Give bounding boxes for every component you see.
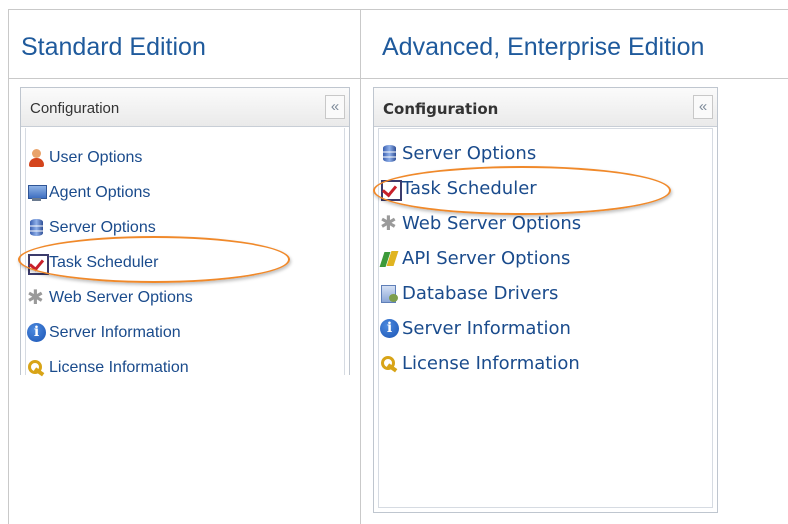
web-server-icon: [27, 285, 46, 310]
menu-item-server-information[interactable]: Server Information: [27, 315, 193, 350]
menu-item-label: Server Options: [402, 143, 537, 164]
web-server-icon: [380, 211, 399, 235]
menu-item-label: License Information: [49, 358, 189, 376]
menu-item-label: Web Server Options: [49, 288, 193, 306]
advanced-edition-header: Advanced, Enterprise Edition: [382, 33, 705, 61]
table-border-left: [8, 9, 9, 524]
panel-title: Configuration: [30, 100, 120, 117]
menu-item-license-information[interactable]: License Information: [27, 350, 193, 385]
server-icon: [380, 144, 399, 163]
key-icon: [27, 358, 46, 377]
database-drivers-icon: [380, 284, 399, 303]
info-icon: [380, 319, 399, 338]
menu-item-database-drivers[interactable]: Database Drivers: [380, 276, 581, 311]
menu-item-label: Agent Options: [49, 183, 151, 201]
menu-item-agent-options[interactable]: Agent Options: [27, 175, 193, 210]
menu-item-label: Server Information: [402, 318, 571, 339]
task-scheduler-highlight-oval: [18, 236, 290, 283]
menu-item-license-information[interactable]: License Information: [380, 346, 581, 381]
table-column-divider: [360, 9, 361, 524]
collapse-panel-button[interactable]: «: [693, 95, 713, 119]
menu-item-user-options[interactable]: User Options: [27, 140, 193, 175]
agent-icon: [27, 183, 47, 202]
task-scheduler-highlight-oval: [373, 166, 671, 215]
table-border-top: [8, 9, 788, 10]
user-icon: [27, 148, 46, 167]
table-header-divider: [8, 78, 788, 79]
panel-header: Configuration «: [21, 88, 349, 127]
menu-item-web-server-options[interactable]: Web Server Options: [27, 280, 193, 315]
info-icon: [27, 323, 46, 342]
menu-item-label: License Information: [402, 353, 580, 374]
key-icon: [380, 354, 399, 373]
menu-item-server-information[interactable]: Server Information: [380, 311, 581, 346]
menu-item-label: Database Drivers: [402, 283, 559, 304]
menu-item-api-server-options[interactable]: API Server Options: [380, 241, 581, 276]
menu-item-label: User Options: [49, 148, 143, 166]
panel-title: Configuration: [383, 100, 499, 118]
menu-item-label: API Server Options: [402, 248, 571, 269]
panel-header: Configuration «: [374, 88, 717, 127]
menu-item-label: Server Information: [49, 323, 181, 341]
server-icon: [27, 218, 46, 237]
menu-item-label: Server Options: [49, 218, 156, 236]
api-server-icon: [380, 249, 399, 268]
menu-item-label: Web Server Options: [402, 213, 582, 234]
standard-edition-header: Standard Edition: [21, 33, 206, 61]
collapse-panel-button[interactable]: «: [325, 95, 345, 119]
